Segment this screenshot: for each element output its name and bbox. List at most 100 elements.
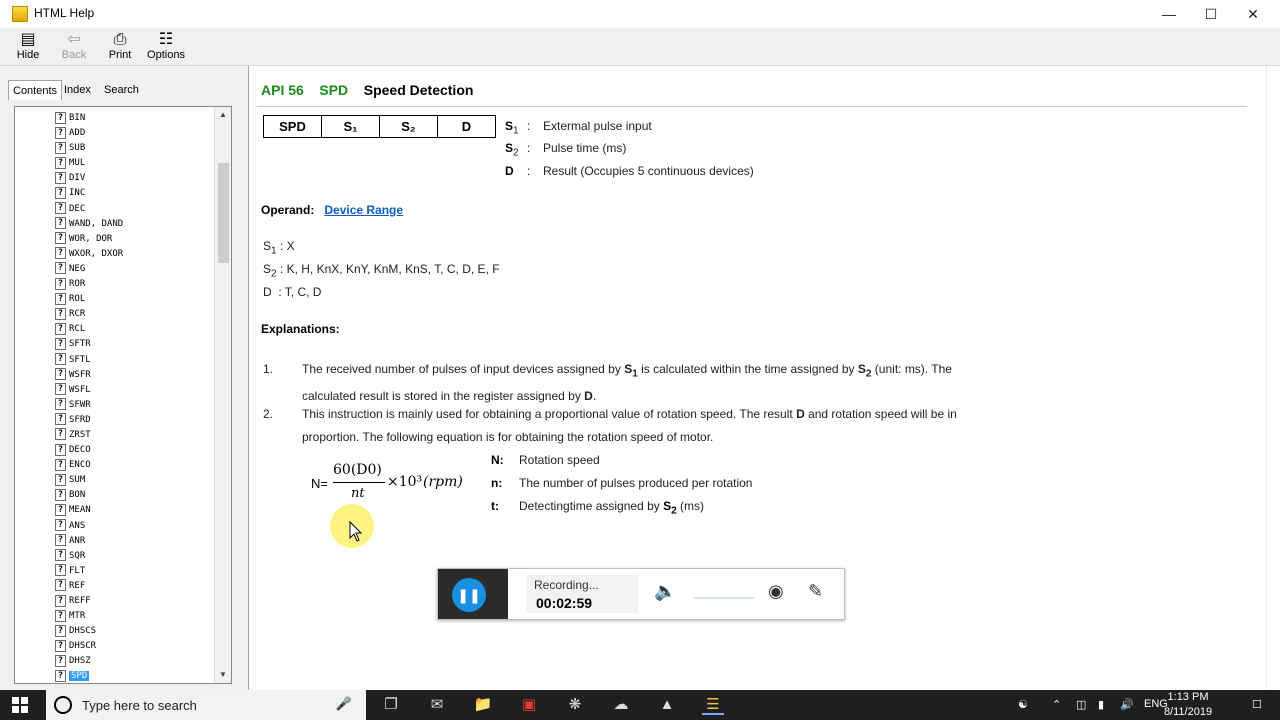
- tree-item[interactable]: ? SUM: [55, 473, 123, 488]
- recorder-control: ❚❚: [438, 569, 508, 619]
- tree-item-label: WAND, DAND: [69, 218, 124, 229]
- tree-item[interactable]: ? ANS: [55, 519, 123, 534]
- tree-item[interactable]: ? ANR: [55, 534, 123, 549]
- tray-chevron-icon[interactable]: ⌃: [1052, 698, 1061, 711]
- tree-item[interactable]: ? RCL: [55, 322, 123, 337]
- tree-item[interactable]: ? MEAN: [55, 503, 123, 518]
- tree-item-label: SFTR: [69, 339, 91, 350]
- tree-item[interactable]: ? DEC: [55, 202, 123, 217]
- photos-icon[interactable]: ▲: [656, 695, 678, 715]
- system-clock[interactable]: 1:13 PM 8/11/2019: [1148, 690, 1228, 720]
- tree-item[interactable]: ? ROL: [55, 292, 123, 307]
- tree-item[interactable]: ? REFF: [55, 594, 123, 609]
- windows-start-icon[interactable]: [12, 697, 28, 713]
- help-page-icon: ?: [55, 534, 66, 547]
- tree-item[interactable]: ? BIN: [55, 111, 123, 126]
- tree-item[interactable]: ? MUL: [55, 156, 123, 171]
- tree-item[interactable]: ? DIV: [55, 171, 123, 186]
- help-page-icon: ?: [55, 639, 66, 652]
- pane-splitter[interactable]: [236, 66, 248, 690]
- tree-item[interactable]: ? BON: [55, 488, 123, 503]
- scroll-thumb[interactable]: [218, 163, 229, 263]
- tree-item[interactable]: ? DECO: [55, 443, 123, 458]
- file-explorer-icon[interactable]: 📁: [472, 695, 494, 715]
- tree-item-label: DIV: [69, 173, 86, 184]
- help-page-icon: ?: [55, 111, 66, 124]
- tree-item-label: BON: [69, 490, 86, 501]
- app-icon-2[interactable]: ☁: [610, 695, 632, 715]
- tree-item[interactable]: ? ZRST: [55, 428, 123, 443]
- people-icon[interactable]: ☯: [1018, 698, 1028, 711]
- taskbar-search-box[interactable]: Type here to search 🎤: [46, 690, 366, 720]
- tree-item[interactable]: ? ADD: [55, 126, 123, 141]
- minimize-button[interactable]: —: [1154, 4, 1184, 24]
- tree-item[interactable]: ? WSFL: [55, 383, 123, 398]
- volume-icon[interactable]: 🔊: [1120, 698, 1134, 711]
- tree-item[interactable]: ? ROR: [55, 277, 123, 292]
- tree-item[interactable]: ? RCR: [55, 307, 123, 322]
- back-arrow-icon: ⇦: [67, 31, 81, 48]
- pdf-reader-icon[interactable]: ▣: [518, 695, 540, 715]
- tree-item[interactable]: ? DHSZ: [55, 654, 123, 669]
- notifications-icon[interactable]: ☐: [1252, 698, 1262, 711]
- tree-item[interactable]: ? NEG: [55, 262, 123, 277]
- tree-item[interactable]: ? REF: [55, 579, 123, 594]
- tree-item[interactable]: ? SFTR: [55, 337, 123, 352]
- tree-item-label: NEG: [69, 263, 86, 274]
- tree-item[interactable]: ? SPD: [55, 669, 123, 683]
- tree-item[interactable]: ? WAND, DAND: [55, 217, 123, 232]
- scroll-up-arrow-icon[interactable]: ▲: [215, 107, 231, 123]
- help-page-icon: ?: [55, 232, 66, 245]
- tree-item[interactable]: ? SFRD: [55, 413, 123, 428]
- help-page-icon: ?: [55, 654, 66, 667]
- tab-contents[interactable]: Contents: [8, 80, 63, 100]
- hide-button[interactable]: ▤ Hide: [6, 30, 50, 64]
- tree-item[interactable]: ? FLT: [55, 564, 123, 579]
- print-button[interactable]: ⎙ Print: [98, 30, 142, 64]
- explanation-1-text: The received number of pulses of input d…: [302, 362, 952, 404]
- tree-item[interactable]: ? WOR, DOR: [55, 232, 123, 247]
- tree-scrollbar[interactable]: ▲ ▼: [214, 107, 231, 683]
- tree-item[interactable]: ? SFTL: [55, 353, 123, 368]
- tab-index[interactable]: Index: [60, 80, 95, 100]
- mail-icon[interactable]: ✉: [426, 695, 448, 715]
- tree-item[interactable]: ? MTR: [55, 609, 123, 624]
- tree-item-label: SFTL: [69, 354, 91, 365]
- tree-item[interactable]: ? DHSCS: [55, 624, 123, 639]
- volume-slider[interactable]: [694, 597, 754, 599]
- tree-item[interactable]: ? ENCO: [55, 458, 123, 473]
- task-view-icon[interactable]: ❐: [380, 695, 402, 715]
- network-icon[interactable]: ◫: [1076, 698, 1086, 711]
- tree-item[interactable]: ? SFWR: [55, 398, 123, 413]
- tree-item-label: ADD: [69, 128, 86, 139]
- tree-item-label: WXOR, DXOR: [69, 248, 124, 259]
- tab-search[interactable]: Search: [100, 80, 143, 100]
- pen-icon[interactable]: ✎: [808, 581, 823, 602]
- help-page-icon: ?: [55, 549, 66, 562]
- speaker-icon[interactable]: 🔈: [654, 581, 676, 602]
- app-icon-1[interactable]: ❋: [564, 695, 586, 715]
- microphone-icon[interactable]: 🎤: [336, 696, 352, 712]
- tree-item[interactable]: ? DHSCR: [55, 639, 123, 654]
- maximize-button[interactable]: ☐: [1196, 4, 1226, 24]
- tree-item[interactable]: ? SUB: [55, 141, 123, 156]
- options-button[interactable]: ☷ Options: [144, 30, 188, 64]
- tree-item[interactable]: ? INC: [55, 186, 123, 201]
- webcam-icon[interactable]: ◉: [768, 581, 784, 602]
- tree-item[interactable]: ? SQR: [55, 549, 123, 564]
- device-range-link[interactable]: Device Range: [324, 203, 403, 217]
- back-button[interactable]: ⇦ Back: [52, 30, 96, 64]
- help-page-icon: ?: [55, 217, 66, 230]
- pause-button[interactable]: ❚❚: [452, 578, 486, 612]
- tree-item[interactable]: ? WXOR, DXOR: [55, 247, 123, 262]
- tree-item[interactable]: ? WSFR: [55, 368, 123, 383]
- scroll-down-arrow-icon[interactable]: ▼: [215, 667, 231, 683]
- battery-icon[interactable]: ▮: [1098, 698, 1104, 711]
- tree-item-label: SFRD: [69, 414, 91, 425]
- content-scrollbar[interactable]: [1266, 66, 1280, 690]
- tree-item-label: DHSCR: [69, 641, 97, 652]
- html-help-taskbar-icon[interactable]: ☰: [702, 695, 724, 715]
- help-page-icon: ?: [55, 609, 66, 622]
- close-button[interactable]: ✕: [1238, 4, 1268, 24]
- tree-item-label: ROL: [69, 294, 86, 305]
